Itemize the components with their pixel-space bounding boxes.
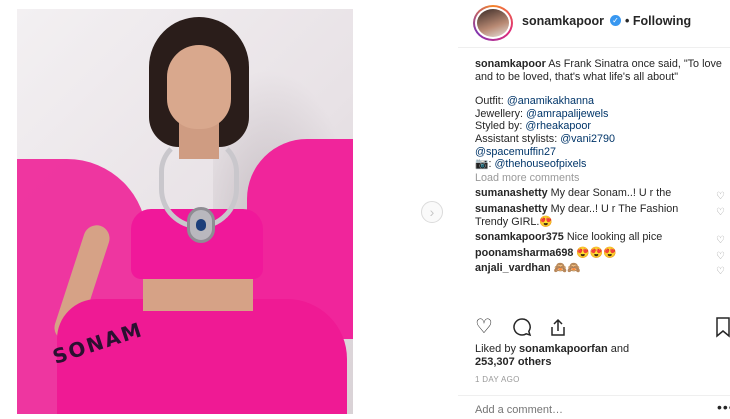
load-more-comments-button[interactable]: Load more comments (475, 172, 725, 185)
comment-like-heart-icon[interactable]: ♡ (716, 266, 725, 279)
post-header: sonamkapoor ✓ • Following (458, 0, 730, 48)
photo-handle-link[interactable]: @thehouseofpixels (494, 158, 586, 170)
caption-assistant-line-2: @spacemuffin27 (475, 146, 725, 159)
assistant-label: Assistant stylists: (475, 132, 561, 145)
chevron-right-icon[interactable]: › (421, 201, 443, 223)
comment-item: sonamkapoor375 Nice looking all pice ♡ (475, 231, 725, 246)
comment-item: sumanashetty My dear Sonam..! U r the ♡ (475, 187, 725, 202)
more-options-icon[interactable]: ••• (717, 399, 730, 415)
following-label[interactable]: • Following (625, 14, 691, 28)
comments-section: sonamkapoor As Frank Sinatra once said, … (475, 58, 725, 277)
caption-jewellery-line: Jewellery: @amrapalijewels (475, 108, 725, 121)
outfit-handle-link[interactable]: @anamikakhanna (507, 95, 594, 107)
comment-item: sumanashetty My dear..! U r The Fashion … (475, 203, 725, 228)
jewellery-handle-link[interactable]: @amrapalijewels (526, 108, 608, 120)
caption-author[interactable]: sonamkapoor (475, 58, 546, 70)
post-photo[interactable]: SONAM (17, 9, 353, 414)
post-actions-bar: ♡ (475, 316, 730, 340)
comment-text: Nice looking all pice (566, 231, 663, 244)
assistant-handle-link-2[interactable]: @spacemuffin27 (475, 146, 556, 158)
comment-username[interactable]: sonamkapoor375 (475, 231, 564, 243)
comment-text: 😍😍😍 (576, 246, 617, 259)
heart-icon[interactable]: ♡ (475, 316, 493, 338)
comment-text: 🙈🙈 (553, 262, 581, 275)
post-author-username[interactable]: sonamkapoor (522, 14, 604, 28)
caption-outfit-line: Outfit: @anamikakhanna (475, 95, 725, 108)
comment-text: My dear Sonam..! U r the (550, 187, 672, 200)
likes-user-link[interactable]: sonamkapoorfan (519, 343, 608, 355)
outfit-label: Outfit: (475, 95, 507, 108)
bookmark-icon[interactable] (715, 316, 730, 343)
post-caption: sonamkapoor As Frank Sinatra once said, … (475, 58, 725, 171)
comment-item: anjali_vardhan 🙈🙈 ♡ (475, 262, 725, 277)
comment-icon[interactable] (511, 316, 533, 343)
comment-item: poonamsharma698 😍😍😍 ♡ (475, 246, 725, 262)
comment-username[interactable]: anjali_vardhan (475, 262, 551, 274)
avatar[interactable] (473, 5, 513, 41)
styled-handle-link[interactable]: @rheakapoor (525, 120, 591, 132)
add-comment-input[interactable] (475, 404, 685, 416)
comment-like-heart-icon[interactable]: ♡ (716, 207, 725, 220)
caption-assistant-line: Assistant stylists: @vani2790 (475, 133, 725, 146)
caption-gap (475, 83, 725, 95)
photo-pendant-gem (196, 219, 206, 231)
photo-face (167, 45, 231, 129)
post-side-panel: sonamkapoor ✓ • Following sonamkapoor As… (458, 0, 730, 419)
post-media-area: SONAM (0, 0, 418, 419)
avatar-image (477, 9, 509, 37)
avatar-ring (475, 7, 511, 39)
add-comment-bar: ••• (458, 395, 730, 419)
likes-summary: Liked by sonamkapoorfan and 253,307 othe… (475, 343, 725, 369)
likes-count-link[interactable]: 253,307 others (475, 356, 551, 368)
comment-username[interactable]: poonamsharma698 (475, 247, 573, 259)
assistant-handle-link-1[interactable]: @vani2790 (560, 133, 615, 145)
styled-label: Styled by: (475, 120, 526, 133)
caption-photo-line: 📷: @thehouseofpixels (475, 158, 725, 171)
share-icon[interactable] (547, 316, 569, 343)
verified-badge-icon: ✓ (610, 15, 621, 26)
jewellery-label: Jewellery: (475, 107, 527, 120)
comment-username[interactable]: sumanashetty (475, 203, 548, 215)
comment-username[interactable]: sumanashetty (475, 187, 548, 199)
photo-skirt (57, 299, 347, 414)
camera-icon: 📷 (475, 158, 489, 171)
likes-and: and (607, 343, 630, 355)
caption-styled-line: Styled by: @rheakapoor (475, 120, 725, 133)
likes-prefix: Liked by (475, 343, 520, 355)
post-timestamp[interactable]: 1 DAY AGO (475, 375, 520, 384)
